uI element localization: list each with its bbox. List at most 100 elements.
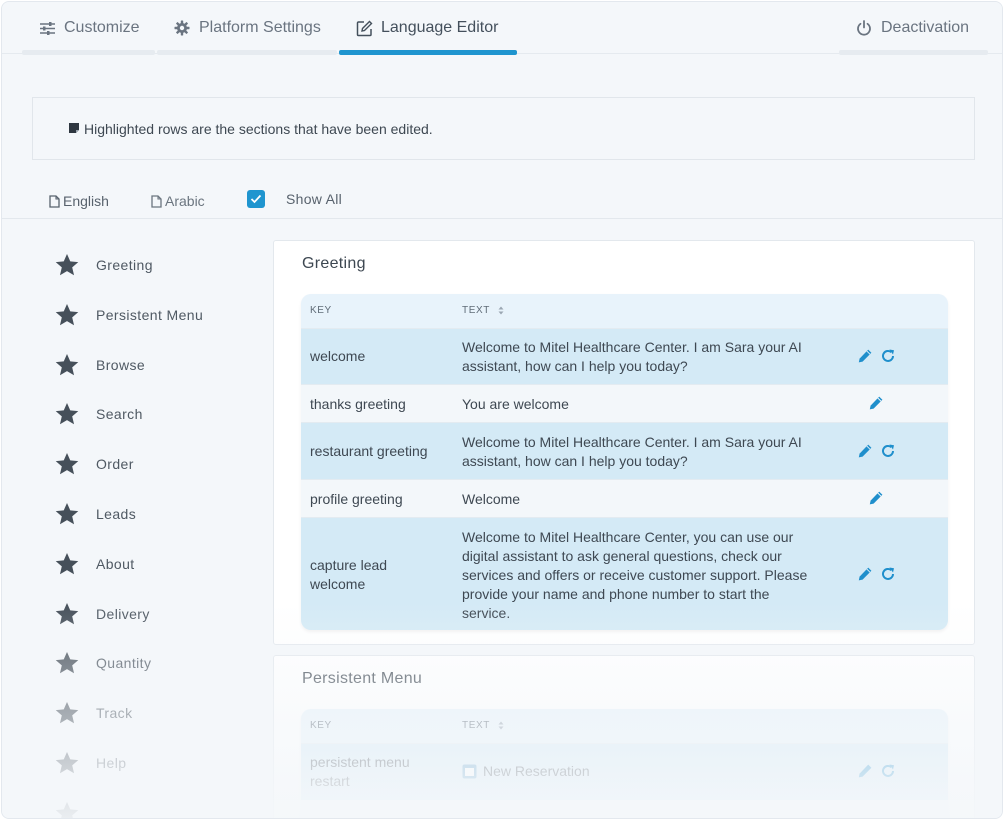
pencil-icon[interactable] bbox=[868, 490, 884, 506]
calendar-icon bbox=[462, 764, 477, 779]
row-text: You are welcome bbox=[462, 396, 569, 412]
table-row: welcome Welcome to Mitel Healthcare Cent… bbox=[301, 328, 948, 384]
star-icon bbox=[55, 452, 79, 475]
pencil-icon[interactable] bbox=[868, 395, 884, 411]
star-icon bbox=[55, 303, 79, 326]
sidebar-item-label: Delivery bbox=[96, 606, 150, 622]
tab-language-editor[interactable]: Language Editor bbox=[339, 2, 517, 55]
sliders-icon bbox=[38, 19, 56, 37]
row-key: profile greeting bbox=[310, 491, 403, 507]
star-icon bbox=[55, 502, 79, 525]
tab-platform-settings[interactable]: Platform Settings bbox=[157, 2, 337, 55]
note-icon bbox=[68, 121, 80, 137]
table-row: capture lead welcome Welcome to Mitel He… bbox=[301, 517, 948, 630]
section-title: Persistent Menu bbox=[302, 670, 423, 687]
show-all-checkbox[interactable] bbox=[247, 190, 265, 208]
star-icon bbox=[55, 651, 79, 674]
revert-icon[interactable] bbox=[880, 763, 896, 779]
sidebar-item-label: Greeting bbox=[96, 257, 153, 273]
language-label: English bbox=[63, 193, 109, 209]
row-key: capture lead welcome bbox=[310, 557, 388, 592]
table-header: KEY TEXT bbox=[301, 294, 948, 328]
sidebar-item-persistent-menu[interactable]: Persistent Menu bbox=[54, 301, 203, 329]
tab-deactivation[interactable]: Deactivation bbox=[839, 2, 988, 55]
pencil-icon[interactable] bbox=[857, 763, 873, 779]
sort-icon bbox=[498, 306, 504, 315]
section-panel-greeting: Greeting KEY TEXT welcome Welcome to Mit… bbox=[273, 240, 975, 645]
row-text: Welcome to Mitel Healthcare Center. I am… bbox=[462, 434, 802, 469]
sidebar-item-partial[interactable] bbox=[54, 799, 80, 818]
sidebar-item-search[interactable]: Search bbox=[54, 400, 143, 428]
gear-icon bbox=[173, 19, 191, 37]
file-icon bbox=[151, 194, 162, 208]
sidebar-item-delivery[interactable]: Delivery bbox=[54, 600, 150, 628]
star-icon bbox=[55, 602, 79, 625]
revert-icon[interactable] bbox=[880, 566, 896, 582]
tab-label: Deactivation bbox=[881, 19, 970, 36]
note-text: Highlighted rows are the sections that h… bbox=[84, 120, 433, 137]
column-header-key[interactable]: KEY bbox=[310, 305, 332, 316]
pencil-icon[interactable] bbox=[857, 348, 873, 364]
file-icon bbox=[49, 194, 60, 208]
star-icon bbox=[55, 253, 79, 276]
sidebar-item-label: Persistent Menu bbox=[96, 307, 204, 323]
star-icon bbox=[55, 751, 79, 774]
column-header-text[interactable]: TEXT bbox=[462, 720, 504, 731]
sidebar-item-track[interactable]: Track bbox=[54, 699, 132, 727]
sidebar-item-label: About bbox=[96, 556, 135, 572]
edit-icon bbox=[355, 19, 373, 37]
sidebar-item-label: Order bbox=[96, 456, 134, 472]
row-text: Welcome to Mitel Healthcare Center. I am… bbox=[462, 339, 802, 374]
row-key: welcome bbox=[310, 348, 366, 364]
language-selector-row: English Arabic Show All bbox=[2, 177, 1002, 219]
sidebar-item-help[interactable]: Help bbox=[54, 749, 126, 777]
star-icon bbox=[55, 701, 79, 724]
sidebar-item-about[interactable]: About bbox=[54, 550, 135, 578]
sidebar-item-browse[interactable]: Browse bbox=[54, 351, 145, 379]
column-header-text[interactable]: TEXT bbox=[462, 305, 504, 316]
table-row: profile greeting Welcome bbox=[301, 479, 948, 517]
translation-table: KEY TEXT persistent menu restart New Res… bbox=[301, 709, 948, 818]
check-icon bbox=[250, 194, 262, 204]
row-key: persistent menu restart bbox=[310, 754, 410, 789]
row-text: Welcome to Mitel Healthcare Center, you … bbox=[462, 529, 808, 621]
star-icon bbox=[55, 402, 79, 425]
sidebar-item-label: Search bbox=[96, 406, 143, 422]
tab-bar: Customize Platform Settings Language Edi… bbox=[2, 2, 1002, 55]
tab-customize[interactable]: Customize bbox=[22, 2, 155, 55]
edited-rows-note: Highlighted rows are the sections that h… bbox=[32, 97, 975, 160]
revert-icon[interactable] bbox=[880, 348, 896, 364]
sidebar-item-label: Leads bbox=[96, 506, 137, 522]
row-text: Welcome bbox=[462, 491, 521, 507]
table-header: KEY TEXT bbox=[301, 709, 948, 743]
show-all-label: Show All bbox=[286, 191, 343, 207]
row-key: thanks greeting bbox=[310, 396, 406, 412]
table-row: thanks greeting You are welcome bbox=[301, 384, 948, 422]
sidebar-item-label: Track bbox=[96, 705, 133, 721]
row-key: restaurant greeting bbox=[310, 443, 428, 459]
sort-icon bbox=[498, 721, 504, 730]
column-header-text-label: TEXT bbox=[462, 720, 490, 731]
tab-label: Language Editor bbox=[381, 19, 499, 36]
pencil-icon[interactable] bbox=[857, 566, 873, 582]
sidebar-item-leads[interactable]: Leads bbox=[54, 500, 136, 528]
language-english[interactable]: English bbox=[49, 193, 109, 209]
section-title: Greeting bbox=[302, 255, 366, 272]
star-icon bbox=[55, 552, 79, 575]
column-header-key[interactable]: KEY bbox=[310, 720, 332, 731]
tab-label: Customize bbox=[64, 19, 140, 36]
sidebar-item-order[interactable]: Order bbox=[54, 450, 134, 478]
language-label: Arabic bbox=[165, 193, 205, 209]
table-row: persistent menu restart New Reservation bbox=[301, 743, 948, 800]
power-icon bbox=[855, 19, 873, 37]
table-row: restaurant greeting Welcome to Mitel Hea… bbox=[301, 422, 948, 479]
row-text: New Reservation bbox=[462, 762, 822, 781]
language-arabic[interactable]: Arabic bbox=[151, 193, 205, 209]
sidebar-item-label: Quantity bbox=[96, 655, 152, 671]
star-icon bbox=[55, 801, 79, 818]
section-panel-persistent-menu: Persistent Menu KEY TEXT persistent menu… bbox=[273, 655, 975, 818]
pencil-icon[interactable] bbox=[857, 443, 873, 459]
revert-icon[interactable] bbox=[880, 443, 896, 459]
sidebar-item-greeting[interactable]: Greeting bbox=[54, 251, 153, 279]
sidebar-item-quantity[interactable]: Quantity bbox=[54, 649, 151, 677]
